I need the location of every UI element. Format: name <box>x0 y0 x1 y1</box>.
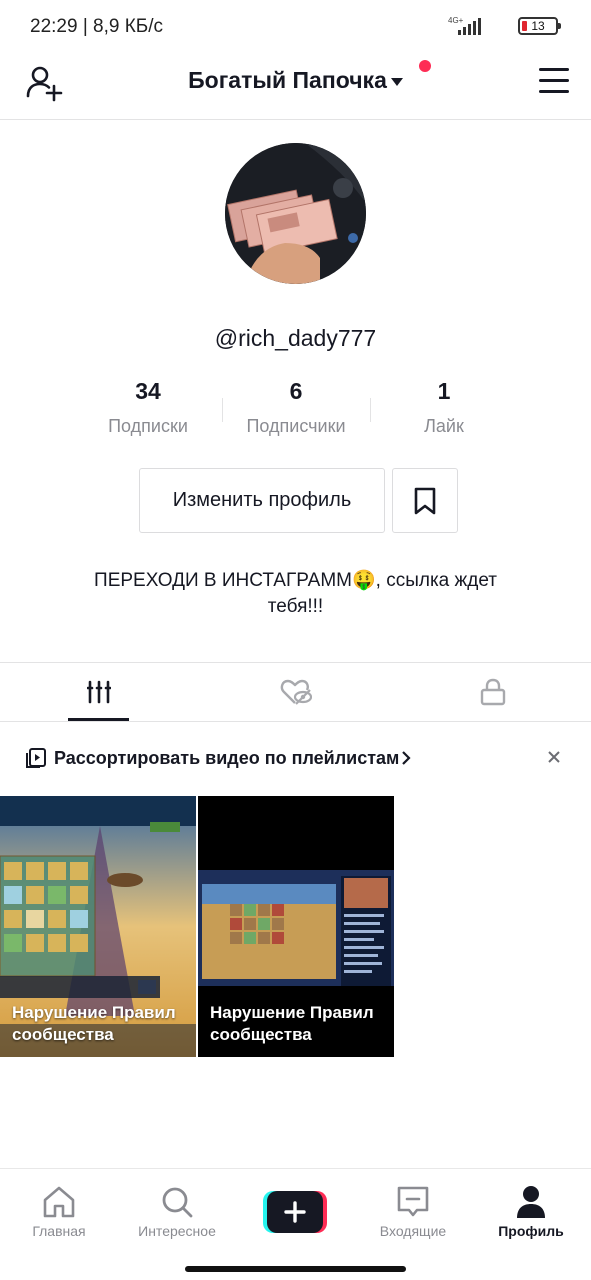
followers-label: Подписчики <box>246 416 346 436</box>
video-caption: Нарушение Правил сообщества <box>210 1002 386 1046</box>
nav-profile[interactable]: Профиль <box>472 1169 590 1249</box>
edit-profile-button[interactable]: Изменить профиль <box>139 468 385 533</box>
notification-dot <box>419 60 431 72</box>
content-tabs <box>0 662 591 722</box>
create-icon <box>263 1191 327 1233</box>
playlist-banner-text: Рассортировать видео по плейлистам <box>54 748 400 768</box>
playlist-icon <box>26 748 46 768</box>
favorites-button[interactable] <box>392 468 458 533</box>
profile-icon <box>517 1186 545 1218</box>
videos-grid-icon <box>86 680 111 704</box>
following-stat[interactable]: 34 Подписки <box>74 378 222 437</box>
username: @rich_dady777 <box>214 325 377 351</box>
search-icon <box>162 1187 193 1218</box>
tab-private[interactable] <box>394 663 591 721</box>
signal-icon: 4G+ <box>448 16 481 36</box>
video-caption: Нарушение Правил сообщества <box>12 1002 188 1046</box>
caret-down-icon <box>390 77 403 86</box>
followers-count: 6 <box>289 378 303 404</box>
close-icon[interactable] <box>547 750 561 764</box>
liked-hidden-icon <box>280 679 312 705</box>
likes-count: 1 <box>437 378 451 404</box>
account-name: Богатый Папочка <box>188 67 387 93</box>
profile-bio: ПЕРЕХОДИ В ИНСТАГРАММ🤑, ссылка ждет тебя… <box>60 568 531 620</box>
likes-stat[interactable]: 1 Лайк <box>370 378 518 437</box>
bottom-navigation: Главная Интересное Входящие Профиль <box>0 1168 591 1280</box>
bio-line: ПЕРЕХОДИ В ИНСТАГРАММ🤑, ссылка ждет <box>94 570 497 591</box>
battery-level: 13 <box>531 19 545 33</box>
nav-label: Профиль <box>498 1223 564 1239</box>
inbox-icon <box>397 1186 429 1217</box>
lock-icon <box>480 678 505 706</box>
nav-home[interactable]: Главная <box>0 1169 118 1249</box>
caption-line: сообщества <box>12 1025 114 1044</box>
video-thumbnail[interactable]: Нарушение Правил сообщества <box>198 796 394 1057</box>
profile-stats: 34 Подписки 6 Подписчики 1 Лайк <box>74 378 518 442</box>
nav-discover[interactable]: Интересное <box>118 1169 236 1249</box>
status-bar: 22:29 | 8,9 КБ/с 4G+ 13 <box>0 0 591 52</box>
caption-line: сообщества <box>210 1025 312 1044</box>
create-button[interactable] <box>263 1191 327 1233</box>
caption-line: Нарушение Правил <box>210 1003 374 1022</box>
home-indicator <box>185 1266 406 1272</box>
playlist-banner[interactable]: Рассортировать видео по плейлистам <box>0 735 591 781</box>
caption-line: Нарушение Правил <box>12 1003 176 1022</box>
profile-header: Богатый Папочка <box>0 52 591 120</box>
following-label: Подписки <box>108 416 188 436</box>
battery-icon: 13 <box>518 17 561 35</box>
nav-label: Входящие <box>379 1223 447 1239</box>
bio-line: тебя!!! <box>267 596 324 617</box>
video-thumbnail[interactable]: Нарушение Правил сообщества <box>0 796 196 1057</box>
home-icon <box>43 1186 75 1218</box>
nav-inbox[interactable]: Входящие <box>354 1169 472 1249</box>
avatar[interactable] <box>225 143 366 284</box>
nav-label: Главная <box>32 1223 86 1239</box>
nav-label: Интересное <box>138 1223 216 1239</box>
tab-videos[interactable] <box>0 663 197 721</box>
likes-label: Лайк <box>424 416 464 436</box>
followers-stat[interactable]: 6 Подписчики <box>222 378 370 437</box>
menu-icon[interactable] <box>539 68 569 94</box>
bookmark-icon <box>414 487 436 514</box>
tab-liked[interactable] <box>197 663 394 721</box>
chevron-right-icon <box>402 751 411 765</box>
following-count: 34 <box>135 378 161 404</box>
status-time: 22:29 | 8,9 КБ/с <box>30 16 164 37</box>
active-tab-indicator <box>68 718 129 721</box>
account-switcher[interactable]: Богатый Папочка <box>0 67 591 94</box>
